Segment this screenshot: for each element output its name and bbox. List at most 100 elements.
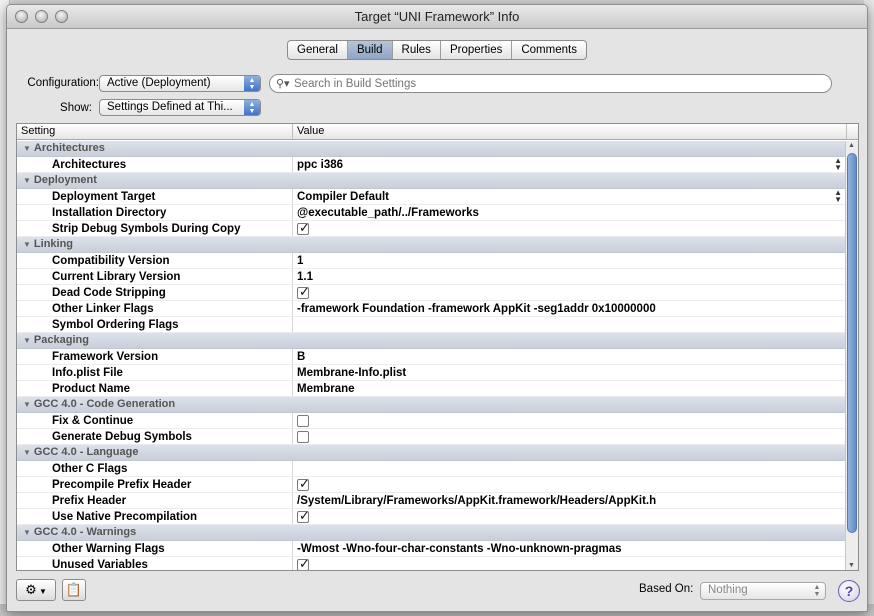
- table-row[interactable]: Precompile Prefix Header: [17, 477, 846, 493]
- window-title: Target “UNI Framework” Info: [354, 9, 520, 24]
- table-row[interactable]: Info.plist File Membrane-Info.plist: [17, 365, 846, 381]
- setting-name: Other Linker Flags: [17, 301, 293, 316]
- table-row[interactable]: Unused Variables: [17, 557, 846, 570]
- setting-value-text: -framework Foundation -framework AppKit …: [297, 303, 656, 315]
- disclosure-triangle-icon[interactable]: ▼: [23, 237, 31, 252]
- disclosure-triangle-icon[interactable]: ▼: [23, 141, 31, 156]
- setting-value-text: Compiler Default: [297, 191, 390, 203]
- magnifier-icon: ⚲▾: [276, 78, 290, 90]
- table-row[interactable]: Fix & Continue: [17, 413, 846, 429]
- tab-build[interactable]: Build: [347, 41, 393, 59]
- search-input[interactable]: [294, 76, 814, 91]
- setting-checkbox[interactable]: [297, 557, 310, 570]
- setting-value[interactable]: Compiler Default ▲ ▼: [293, 189, 846, 204]
- table-row[interactable]: Other Linker Flags -framework Foundation …: [17, 301, 846, 317]
- table-row[interactable]: Compatibility Version 1: [17, 253, 846, 269]
- table-row[interactable]: Prefix Header/System/Library/Frameworks/…: [17, 493, 846, 509]
- setting-value[interactable]: 1: [293, 253, 846, 268]
- disclosure-triangle-icon[interactable]: ▼: [23, 525, 31, 540]
- value-stepper-icon[interactable]: ▲ ▼: [834, 189, 842, 204]
- setting-value[interactable]: [293, 429, 846, 444]
- gear-icon: ⚙: [25, 582, 37, 597]
- setting-checkbox[interactable]: [297, 415, 309, 427]
- table-row[interactable]: Product Name Membrane: [17, 381, 846, 397]
- group-title: GCC 4.0 - Language: [33, 446, 139, 458]
- table-header: Setting Value: [17, 124, 858, 140]
- clipboard-button[interactable]: 📋: [62, 579, 86, 601]
- help-button[interactable]: ?: [838, 580, 860, 602]
- setting-value[interactable]: [293, 477, 846, 492]
- tab-rules[interactable]: Rules: [393, 41, 441, 59]
- group-title: GCC 4.0 - Code Generation: [33, 398, 176, 410]
- table-row[interactable]: Strip Debug Symbols During Copy: [17, 221, 846, 237]
- gear-menu-button[interactable]: ⚙ ▼: [16, 579, 56, 601]
- table-row[interactable]: Symbol Ordering Flags: [17, 317, 846, 333]
- setting-value-text: @executable_path/../Frameworks: [297, 207, 479, 219]
- table-row[interactable]: Architectures ppc i386 ▲ ▼: [17, 157, 846, 173]
- setting-value[interactable]: @executable_path/../Frameworks: [293, 205, 846, 220]
- show-popup[interactable]: Settings Defined at Thi... ▲ ▼: [99, 99, 261, 116]
- setting-value[interactable]: [293, 557, 846, 570]
- based-on-popup[interactable]: Nothing ▲ ▼: [700, 582, 826, 600]
- group-header[interactable]: ▼ GCC 4.0 - Language: [17, 445, 846, 461]
- setting-checkbox[interactable]: [297, 221, 310, 236]
- setting-checkbox[interactable]: [297, 431, 309, 443]
- group-header[interactable]: ▼ Deployment: [17, 173, 846, 189]
- setting-value[interactable]: [293, 285, 846, 300]
- setting-value[interactable]: [293, 221, 846, 236]
- table-row[interactable]: Generate Debug Symbols: [17, 429, 846, 445]
- tab-general[interactable]: General: [288, 41, 348, 59]
- table-row[interactable]: Other C Flags: [17, 461, 846, 477]
- disclosure-triangle-icon[interactable]: ▼: [23, 397, 31, 412]
- setting-value[interactable]: Membrane-Info.plist: [293, 365, 846, 380]
- value-column-header[interactable]: Value: [293, 124, 846, 139]
- tab-comments[interactable]: Comments: [512, 41, 586, 59]
- disclosure-triangle-icon[interactable]: ▼: [23, 333, 31, 348]
- setting-value-text: ppc i386: [297, 159, 344, 171]
- setting-value[interactable]: Membrane: [293, 381, 846, 396]
- group-header[interactable]: ▼ Linking: [17, 237, 846, 253]
- setting-value[interactable]: [293, 413, 846, 428]
- setting-value[interactable]: [293, 461, 846, 476]
- disclosure-triangle-icon[interactable]: ▼: [23, 445, 31, 460]
- group-header[interactable]: ▼ GCC 4.0 - Code Generation: [17, 397, 846, 413]
- table-row[interactable]: Framework Version B: [17, 349, 846, 365]
- table-body: ▼ Architectures Architectures ppc i386 ▲ ▼ ▼ De…: [17, 141, 846, 570]
- table-row[interactable]: Use Native Precompilation: [17, 509, 846, 525]
- table-row[interactable]: Deployment Target Compiler Default ▲ ▼: [17, 189, 846, 205]
- setting-value[interactable]: B: [293, 349, 846, 364]
- scroll-down-icon[interactable]: ▼: [848, 562, 855, 569]
- setting-checkbox[interactable]: [297, 285, 310, 300]
- table-row[interactable]: Dead Code Stripping: [17, 285, 846, 301]
- setting-value[interactable]: [293, 317, 846, 332]
- scroll-thumb[interactable]: [847, 153, 857, 533]
- setting-value[interactable]: [293, 509, 846, 524]
- setting-value-text: Membrane: [297, 383, 355, 395]
- table-row[interactable]: Other Warning Flags -Wmost -Wno-four-char…: [17, 541, 846, 557]
- value-stepper-icon[interactable]: ▲ ▼: [834, 157, 842, 172]
- setting-column-header[interactable]: Setting: [17, 124, 293, 139]
- configuration-popup[interactable]: Active (Deployment) ▲ ▼: [99, 75, 261, 92]
- group-header[interactable]: ▼ Packaging: [17, 333, 846, 349]
- based-on-value: Nothing: [708, 584, 748, 596]
- table-row[interactable]: Current Library Version 1.1: [17, 269, 846, 285]
- setting-name: Generate Debug Symbols: [17, 429, 293, 444]
- setting-checkbox[interactable]: [297, 477, 310, 492]
- setting-value[interactable]: 1.1: [293, 269, 846, 284]
- group-header[interactable]: ▼ GCC 4.0 - Warnings: [17, 525, 846, 541]
- disclosure-triangle-icon[interactable]: ▼: [23, 173, 31, 188]
- table-row[interactable]: Installation Directory @executable_path/.…: [17, 205, 846, 221]
- group-header[interactable]: ▼ Architectures: [17, 141, 846, 157]
- setting-value[interactable]: ppc i386 ▲ ▼: [293, 157, 846, 172]
- setting-value[interactable]: -framework Foundation -framework AppKit …: [293, 301, 846, 316]
- setting-checkbox[interactable]: [297, 509, 310, 524]
- scroll-up-icon[interactable]: ▲: [848, 142, 855, 149]
- vertical-scrollbar[interactable]: ▲ ▼: [845, 141, 858, 570]
- title-bar[interactable]: Target “UNI Framework” Info: [7, 5, 867, 29]
- setting-value-text: /System/Library/Frameworks/AppKit.framew…: [297, 495, 657, 507]
- tab-properties[interactable]: Properties: [441, 41, 513, 59]
- setting-name: Other C Flags: [17, 461, 293, 476]
- setting-value[interactable]: -Wmost -Wno-four-char-constants -Wno-unk…: [293, 541, 846, 556]
- popup-arrows-icon: ▲ ▼: [244, 100, 260, 115]
- setting-value[interactable]: /System/Library/Frameworks/AppKit.framew…: [293, 493, 846, 508]
